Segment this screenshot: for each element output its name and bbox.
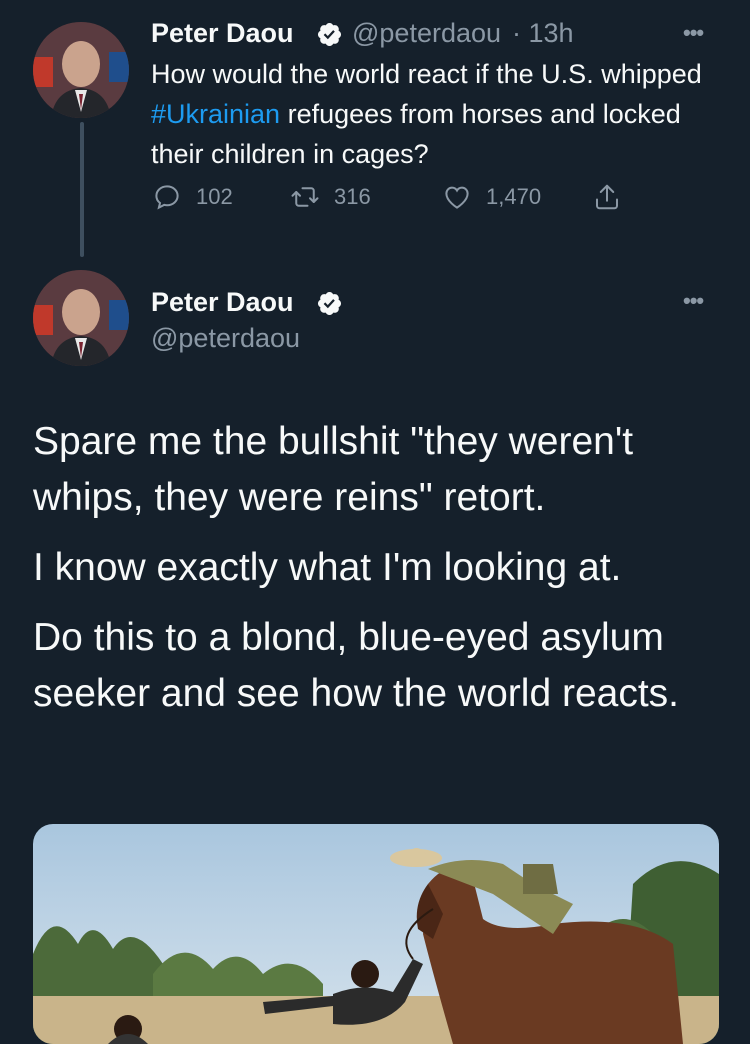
timestamp[interactable]: · 13h <box>512 18 574 49</box>
author-handle[interactable]: @peterdaou <box>352 18 501 49</box>
retweet-count: 316 <box>334 184 371 209</box>
author-name[interactable]: Peter Daou <box>151 287 294 318</box>
tweet-photo[interactable] <box>33 824 719 1044</box>
like-button[interactable]: 1,470 <box>442 182 541 212</box>
reply-count: 102 <box>196 184 233 209</box>
tweet-text: How would the world react if the U.S. wh… <box>151 54 731 174</box>
tweet-paragraph: Do this to a blond, blue-eyed asylum see… <box>33 616 680 715</box>
author-handle[interactable]: @peterdaou <box>151 323 300 354</box>
retweet-icon <box>291 187 319 207</box>
tweet-paragraph: I know exactly what I'm looking at. <box>33 546 622 589</box>
retweet-button[interactable]: 316 <box>290 182 371 212</box>
hashtag-link[interactable]: #Ukrainian <box>151 99 280 129</box>
tweet-text-part: How would the world react if the U.S. wh… <box>151 59 702 89</box>
share-button[interactable] <box>592 182 636 212</box>
tweet-text: Spare me the bullshit "they weren't whip… <box>33 414 723 736</box>
avatar[interactable] <box>33 270 129 366</box>
reply-icon <box>155 185 179 210</box>
more-horizontal-icon[interactable]: ••• <box>683 20 704 46</box>
tweet-paragraph: Spare me the bullshit "they weren't whip… <box>33 420 634 519</box>
share-icon <box>596 184 618 210</box>
heart-icon <box>445 186 469 209</box>
verified-badge-icon <box>317 291 342 316</box>
reply-button[interactable]: 102 <box>152 182 233 212</box>
thread-line <box>80 122 84 257</box>
author-name[interactable]: Peter Daou <box>151 18 294 49</box>
verified-badge-icon <box>317 22 342 47</box>
like-count: 1,470 <box>486 184 542 209</box>
avatar[interactable] <box>33 22 129 118</box>
more-horizontal-icon[interactable]: ••• <box>683 288 704 314</box>
